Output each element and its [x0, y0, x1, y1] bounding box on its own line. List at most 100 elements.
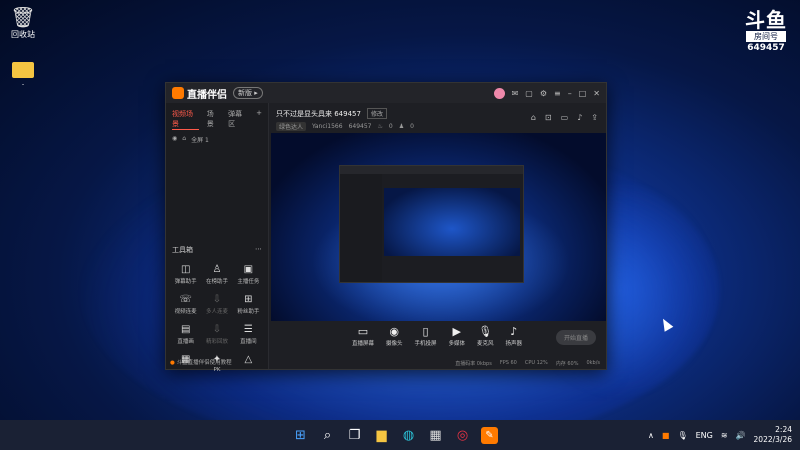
- tab-scene[interactable]: 场景: [207, 109, 220, 130]
- scene-item-label: 全屏 1: [191, 137, 209, 144]
- mic-icon[interactable]: 🎙: [677, 431, 687, 440]
- language-indicator[interactable]: ENG: [696, 431, 713, 440]
- tool-item[interactable]: ▤ 直播画: [170, 323, 201, 345]
- tool-icon: ⇩: [212, 324, 222, 335]
- task-view-icon[interactable]: ❐: [346, 427, 363, 444]
- tool-label: 精彩回放: [205, 339, 228, 345]
- control-label: 麦克风: [477, 341, 494, 347]
- tool-label: 直播间: [240, 339, 257, 345]
- avatar[interactable]: [493, 87, 505, 99]
- control-speaker[interactable]: ♪ 扬声器: [506, 325, 523, 347]
- search-icon[interactable]: ⌕: [319, 427, 336, 444]
- file-explorer-icon[interactable]: ▆: [373, 427, 390, 444]
- lock-icon[interactable]: ⊡: [545, 113, 552, 122]
- control-phone[interactable]: ▯ 手机投屏: [414, 325, 436, 347]
- tool-item[interactable]: △: [233, 353, 264, 373]
- volume-icon[interactable]: 🔊: [736, 431, 746, 440]
- control-icon: ▶: [452, 325, 461, 338]
- control-icon: 🎙: [478, 325, 493, 338]
- screen-icon[interactable]: ▭: [561, 113, 569, 122]
- tool-item[interactable]: ◫ 弹幕助手: [170, 263, 201, 285]
- start-stream-button[interactable]: 开始直播: [555, 330, 596, 345]
- douyu-app-icon[interactable]: ✎: [481, 426, 498, 444]
- recycle-bin-label: 回收站: [11, 30, 35, 39]
- meta-hot: 0: [388, 123, 393, 130]
- tool-item[interactable]: ⇩ 精彩回放: [201, 323, 232, 345]
- tutorial-link[interactable]: ● 斗鱼直播伴侣使用教程: [170, 358, 232, 366]
- store-icon[interactable]: ▦: [427, 427, 444, 444]
- tool-label: 视频连麦: [174, 309, 197, 315]
- folder-icon: [12, 62, 34, 78]
- tab-danmaku[interactable]: 弹幕区: [228, 109, 248, 130]
- tab-video-scene[interactable]: 视频场景: [172, 109, 199, 130]
- control-mic[interactable]: 🎙 麦克风: [477, 325, 494, 347]
- taskbar-apps: ⊞ ⌕ ❐ ▆ ◍ ▦ ◎ ✎: [292, 426, 498, 444]
- meta-fans: 0: [410, 123, 414, 130]
- toolbox-header: 工具箱 ⋯: [172, 245, 262, 255]
- tool-label: 主播任务: [237, 279, 260, 285]
- control-label: 扬声器: [505, 341, 523, 347]
- main-toolbar: ⌂ ⊡ ▭ ♪ ⇪: [531, 113, 598, 122]
- bell-icon[interactable]: ♪: [577, 113, 582, 122]
- title-bar: 直播伴侣 新版 ▸ ✉ ▢ ⚙ ≡ – □ ✕: [166, 83, 606, 103]
- tool-item[interactable]: ♙ 在榜助手: [201, 263, 232, 285]
- settings-icon[interactable]: ⚙: [540, 89, 547, 98]
- message-icon[interactable]: ✉: [512, 89, 519, 98]
- minimize-icon[interactable]: –: [568, 89, 572, 98]
- meta-user: Yanci1566: [312, 123, 343, 130]
- share-icon[interactable]: ⇪: [591, 113, 598, 122]
- chevron-up-icon[interactable]: ∧: [648, 431, 654, 440]
- menu-icon[interactable]: ≡: [554, 89, 561, 98]
- window-controls: ✉ ▢ ⚙ ≡ – □ ✕: [493, 87, 600, 99]
- tool-item[interactable]: ⇩ 多人连麦: [201, 293, 232, 315]
- status-bar: 直播码率 0kbps FPS 60 CPU 12% 内存 60% 0kb/s: [268, 360, 606, 367]
- status-cpu: CPU 12%: [524, 360, 548, 366]
- app-name: 直播伴侣: [187, 89, 227, 101]
- tool-label: 弹幕助手: [174, 279, 197, 285]
- chrome-icon[interactable]: ◎: [454, 427, 471, 444]
- toolbox-more-icon[interactable]: ⋯: [255, 245, 262, 255]
- folder-label: .: [21, 78, 25, 87]
- shirt-icon[interactable]: ▢: [525, 89, 533, 98]
- control-label: 直播屏幕: [351, 341, 374, 347]
- start-icon[interactable]: ⊞: [292, 427, 309, 444]
- tool-item[interactable]: ⊞ 粉丝助手: [233, 293, 264, 315]
- lock-icon[interactable]: ⌂: [182, 135, 186, 144]
- add-tab-icon[interactable]: +: [256, 109, 262, 130]
- clock[interactable]: 2:24 2022/3/26: [754, 425, 792, 445]
- control-camera[interactable]: ◉ 摄像头: [386, 325, 403, 347]
- nested-titlebar: [340, 166, 523, 174]
- control-screen[interactable]: ▭ 直播屏幕: [352, 325, 374, 347]
- edge-icon[interactable]: ◍: [400, 427, 417, 444]
- tool-label: 多人连麦: [205, 309, 228, 315]
- tool-item[interactable]: ☏ 视频连麦: [170, 293, 201, 315]
- tool-item[interactable]: ☰ 直播间: [233, 323, 264, 345]
- control-media[interactable]: ▶ 多媒体: [449, 325, 466, 347]
- modify-button[interactable]: 修改: [366, 108, 387, 119]
- recycle-bin[interactable]: 🗑 回收站: [0, 5, 46, 40]
- version-button[interactable]: 新版 ▸: [233, 87, 263, 99]
- tray-douyu-icon[interactable]: ■: [662, 431, 670, 440]
- clock-date: 2022/3/26: [753, 435, 792, 444]
- desktop-folder[interactable]: .: [0, 62, 46, 87]
- tool-icon: △: [244, 354, 253, 365]
- meta-id: 649457: [348, 123, 372, 130]
- info-icon: ●: [170, 360, 175, 366]
- stream-preview[interactable]: [271, 133, 606, 321]
- control-label: 手机投屏: [414, 341, 437, 347]
- status-net: 0kb/s: [586, 360, 600, 366]
- hot-icon: ♨: [377, 123, 383, 130]
- eye-icon[interactable]: ◉: [172, 135, 177, 144]
- tool-icon: ☰: [243, 324, 253, 335]
- room-tag[interactable]: 绿色达人: [276, 122, 307, 131]
- tool-item[interactable]: ▣ 主播任务: [233, 263, 264, 285]
- scene-item[interactable]: ◉ ⌂ 全屏 1: [166, 132, 268, 147]
- tool-label: PK: [213, 367, 221, 373]
- wifi-icon[interactable]: ≋: [721, 431, 728, 440]
- store-icon[interactable]: ⌂: [531, 113, 536, 122]
- watermark-sub: 房间号: [746, 31, 786, 42]
- close-icon[interactable]: ✕: [593, 89, 600, 98]
- maximize-icon[interactable]: □: [579, 89, 587, 98]
- tool-icon: ▤: [180, 324, 191, 335]
- douyu-watermark: 斗鱼 房间号 649457: [742, 10, 790, 53]
